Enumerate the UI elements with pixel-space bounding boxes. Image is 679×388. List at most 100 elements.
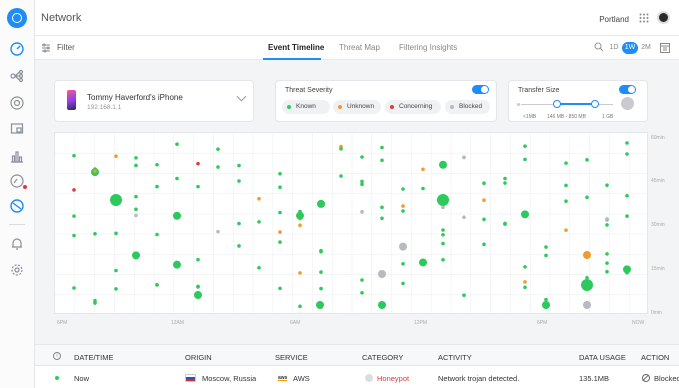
event-point-large[interactable] [581, 279, 593, 291]
user-avatar[interactable] [657, 11, 670, 24]
severity-toggle[interactable] [472, 85, 489, 94]
event-point[interactable] [625, 141, 629, 145]
event-point[interactable] [380, 145, 384, 150]
bell-icon[interactable] [8, 235, 26, 253]
event-point[interactable] [564, 161, 568, 165]
event-point-large[interactable] [110, 194, 122, 206]
info-icon[interactable]: i [53, 352, 61, 360]
event-point-large[interactable] [378, 270, 386, 278]
event-point[interactable] [605, 269, 609, 274]
topology-icon[interactable] [8, 67, 26, 85]
event-point[interactable] [521, 210, 529, 219]
table-row[interactable]: Now Moscow, Russia aws AWS Honeypot Netw… [35, 366, 679, 388]
event-point[interactable] [544, 297, 548, 302]
app-logo[interactable] [7, 8, 27, 28]
event-point-large[interactable] [316, 301, 324, 309]
event-point[interactable] [462, 293, 466, 298]
event-point[interactable] [114, 154, 118, 158]
event-point[interactable] [441, 228, 445, 232]
event-point[interactable] [196, 257, 200, 262]
event-point[interactable] [401, 209, 405, 213]
event-point[interactable] [503, 221, 507, 226]
filter-icon[interactable] [41, 43, 51, 53]
event-point[interactable] [503, 181, 507, 185]
col-activity[interactable]: ACTIVITY [438, 353, 472, 362]
event-point[interactable] [114, 287, 118, 291]
event-point[interactable] [175, 176, 179, 181]
event-point[interactable] [421, 167, 425, 172]
event-point[interactable] [155, 162, 159, 167]
filter-label[interactable]: Filter [57, 43, 75, 52]
row-category[interactable]: Honeypot [377, 374, 409, 383]
event-point[interactable] [278, 185, 282, 190]
event-point[interactable] [237, 163, 241, 168]
event-point[interactable] [523, 157, 527, 162]
event-point[interactable] [114, 231, 118, 236]
event-point[interactable] [339, 147, 343, 151]
severity-concerning[interactable]: Concerning [385, 100, 441, 114]
event-point[interactable] [441, 205, 445, 210]
event-point[interactable] [155, 232, 159, 237]
event-point[interactable] [605, 217, 609, 221]
event-point[interactable] [441, 241, 445, 246]
event-point-large[interactable] [194, 291, 202, 299]
event-point[interactable] [93, 232, 97, 236]
event-point[interactable] [134, 194, 138, 199]
event-point[interactable] [196, 284, 200, 289]
chevron-down-icon[interactable] [236, 91, 247, 102]
event-point[interactable] [134, 213, 138, 218]
event-point[interactable] [503, 176, 507, 181]
event-point[interactable] [257, 265, 261, 270]
event-point[interactable] [132, 251, 140, 260]
event-point[interactable] [298, 304, 302, 309]
event-point[interactable] [278, 210, 282, 215]
col-data-usage[interactable]: DATA USAGE [579, 353, 626, 362]
event-point[interactable] [196, 184, 200, 189]
event-point[interactable] [462, 155, 466, 160]
event-point[interactable] [625, 193, 629, 198]
event-point[interactable] [380, 205, 384, 210]
tab-event-timeline[interactable]: Event Timeline [268, 43, 324, 52]
event-point[interactable] [72, 286, 76, 290]
tab-threat-map[interactable]: Threat Map [339, 43, 380, 52]
event-point[interactable] [216, 147, 220, 151]
shield-icon[interactable] [8, 197, 26, 215]
slider-max-handle[interactable] [591, 100, 599, 108]
event-point[interactable] [216, 229, 220, 234]
event-point[interactable] [237, 221, 241, 226]
event-point[interactable] [360, 290, 364, 295]
event-point[interactable] [401, 187, 405, 191]
event-point-large[interactable] [583, 301, 591, 309]
event-point[interactable] [482, 217, 486, 222]
range-2m[interactable]: 2M [639, 42, 653, 54]
event-point[interactable] [134, 163, 138, 168]
event-point[interactable] [298, 223, 302, 228]
col-origin[interactable]: ORIGIN [185, 353, 212, 362]
calendar-icon[interactable] [660, 42, 670, 53]
event-point[interactable] [623, 265, 631, 274]
slider-min-handle[interactable] [553, 100, 561, 108]
event-point[interactable] [585, 158, 589, 162]
event-point[interactable] [72, 233, 76, 238]
col-category[interactable]: CATEGORY [362, 353, 403, 362]
event-point[interactable] [257, 196, 261, 201]
device-selector[interactable]: Tommy Haverford's iPhone 192.168.1.1 [54, 80, 254, 122]
event-point[interactable] [319, 249, 323, 254]
event-point-large[interactable] [542, 301, 550, 309]
event-point[interactable] [72, 153, 76, 158]
event-scatter-plot[interactable] [55, 133, 649, 315]
event-point[interactable] [605, 261, 609, 265]
event-point[interactable] [605, 252, 609, 256]
event-point[interactable] [544, 253, 548, 258]
event-point[interactable] [380, 158, 384, 163]
event-point[interactable] [278, 171, 282, 176]
event-point[interactable] [216, 165, 220, 169]
event-point[interactable] [401, 262, 405, 266]
transfer-toggle[interactable] [619, 85, 636, 94]
event-point[interactable] [173, 211, 181, 220]
event-point[interactable] [564, 183, 568, 188]
event-point[interactable] [298, 271, 302, 275]
event-point-large[interactable] [437, 194, 449, 206]
event-point[interactable] [439, 160, 447, 169]
event-point[interactable] [401, 204, 405, 208]
